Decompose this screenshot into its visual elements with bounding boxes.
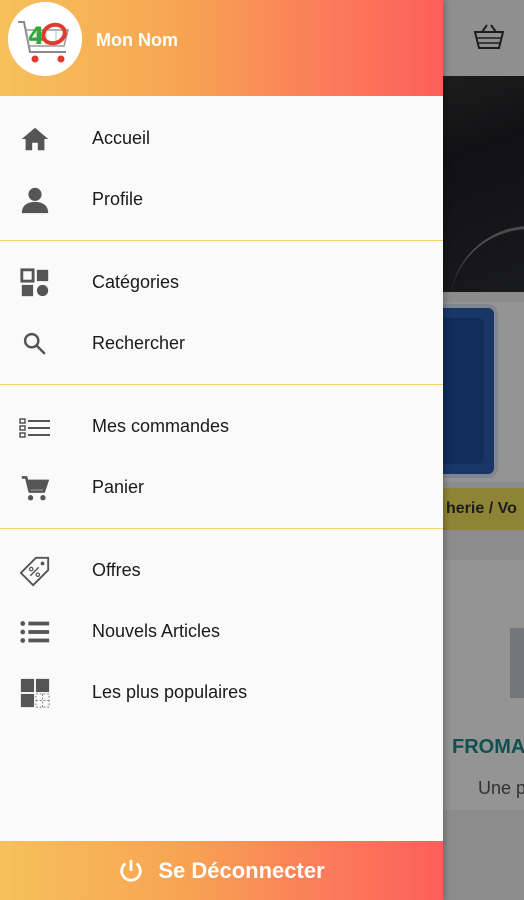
menu-item-rechercher[interactable]: Rechercher bbox=[0, 313, 443, 374]
menu-item-label: Catégories bbox=[92, 272, 180, 292]
menu-item-profile[interactable]: Profile bbox=[0, 169, 443, 230]
menu-divider bbox=[0, 528, 443, 529]
orders-list-icon bbox=[18, 410, 52, 444]
user-name: Mon Nom bbox=[96, 30, 178, 50]
menu-item-label: Offres bbox=[92, 560, 141, 580]
menu-item-label: Rechercher bbox=[92, 333, 186, 353]
search-icon bbox=[18, 327, 52, 361]
shop-logo-icon: 4 bbox=[8, 2, 82, 76]
menu-divider bbox=[0, 384, 443, 385]
menu-item-label: Les plus populaires bbox=[92, 682, 248, 702]
logout-button[interactable]: Se Déconnecter bbox=[0, 841, 443, 900]
menu-divider bbox=[0, 240, 443, 241]
categories-icon bbox=[18, 266, 52, 300]
offer-tag-icon bbox=[18, 554, 52, 588]
logout-label: Se Déconnecter bbox=[158, 857, 325, 883]
menu-item-label: Panier bbox=[92, 477, 145, 497]
menu-item-offres[interactable]: Offres bbox=[0, 540, 443, 601]
drawer-menu: Accueil Profile Catégories Rechercher Me… bbox=[0, 108, 443, 723]
menu-item-label: Accueil bbox=[92, 128, 151, 148]
home-icon bbox=[18, 122, 52, 156]
menu-item-nouvels-articles[interactable]: Nouvels Articles bbox=[0, 601, 443, 662]
popular-grid-icon bbox=[18, 676, 52, 710]
avatar[interactable]: 4 bbox=[8, 2, 82, 76]
menu-item-label: Nouvels Articles bbox=[92, 621, 221, 641]
menu-item-label: Mes commandes bbox=[92, 416, 230, 436]
menu-item-categories[interactable]: Catégories bbox=[0, 252, 443, 313]
list-icon bbox=[18, 615, 52, 649]
menu-item-panier[interactable]: Panier bbox=[0, 457, 443, 518]
power-icon bbox=[120, 859, 142, 882]
menu-item-label: Profile bbox=[92, 189, 144, 209]
person-icon bbox=[18, 183, 52, 217]
navigation-drawer: 4 Mon Nom Accueil Profile Catégories Rec… bbox=[0, 0, 443, 900]
menu-item-les-plus-populaires[interactable]: Les plus populaires bbox=[0, 662, 443, 723]
cart-icon bbox=[18, 471, 52, 505]
drawer-header: 4 Mon Nom bbox=[0, 0, 443, 96]
menu-item-mes-commandes[interactable]: Mes commandes bbox=[0, 396, 443, 457]
menu-item-accueil[interactable]: Accueil bbox=[0, 108, 443, 169]
